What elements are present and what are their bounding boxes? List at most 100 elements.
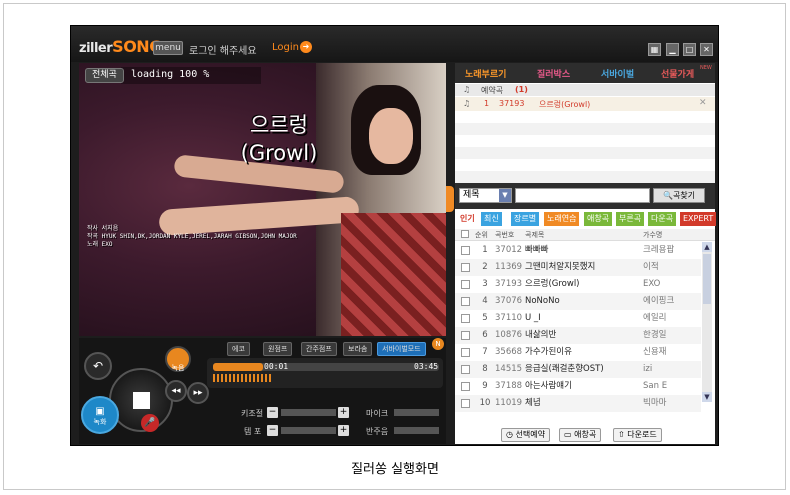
- song-row[interactable]: 4 37076 NoNoNo 에이핑크: [455, 293, 701, 310]
- song-checkbox[interactable]: [461, 399, 470, 408]
- status-badge: 전체곡: [85, 68, 124, 83]
- song-checkbox[interactable]: [461, 263, 470, 272]
- minimize-icon[interactable]: ▁: [666, 43, 679, 56]
- rewind-icon[interactable]: ◂◂: [165, 380, 187, 402]
- mode-echo-button[interactable]: 에코: [227, 342, 250, 356]
- song-checkbox[interactable]: [461, 314, 470, 323]
- scroll-thumb[interactable]: [703, 254, 711, 304]
- search-input[interactable]: [515, 188, 650, 203]
- song-row[interactable]: 6 10876 내삶의반 한경일: [455, 327, 701, 344]
- record-button[interactable]: 녹음: [165, 346, 191, 372]
- accompaniment-label: 반주음: [366, 427, 389, 436]
- song-code: 14515: [495, 364, 523, 374]
- mode-one-jump-button[interactable]: 원점프: [263, 342, 293, 356]
- song-checkbox[interactable]: [461, 382, 470, 391]
- category-downloaded[interactable]: 다운곡: [648, 212, 677, 226]
- mode-interlude-jump-button[interactable]: 간주점프: [301, 342, 337, 356]
- song-artist: 한경일: [643, 330, 667, 340]
- favorites-button[interactable]: ▭ 애창곡: [559, 428, 602, 442]
- song-list: 1 37012 빠빠빠 크레용팝 2 11369 그땐미처알지못했지 이적 3 …: [455, 242, 701, 422]
- lyric-line-1: 으르렁: [250, 113, 308, 137]
- replay-icon[interactable]: ↶: [84, 352, 112, 380]
- download-icon: ⇧: [618, 430, 625, 439]
- download-button[interactable]: ⇧ 다운로드: [613, 428, 662, 442]
- key-plus-button[interactable]: +: [338, 407, 349, 418]
- song-row[interactable]: 1 37012 빠빠빠 크레용팝: [455, 242, 701, 259]
- maximize-icon[interactable]: □: [683, 43, 696, 56]
- song-row[interactable]: 10 11019 체념 빅마마: [455, 395, 701, 412]
- select-all-checkbox[interactable]: [461, 230, 469, 238]
- song-artist: 빅마마: [643, 398, 667, 408]
- song-code: 37012: [495, 245, 523, 255]
- song-checkbox[interactable]: [461, 331, 470, 340]
- song-row[interactable]: 2 11369 그땐미처알지못했지 이적: [455, 259, 701, 276]
- reserve-header: ♫ 예약곡 (1): [455, 84, 715, 96]
- song-credits: 작사 서지음 작곡 HYUK SHIN,DK,JORDAN KYLE,JEREL…: [87, 225, 297, 249]
- tab-gift-shop[interactable]: 선물가게: [661, 67, 694, 80]
- tab-survival[interactable]: 서바이벌: [601, 67, 634, 80]
- reserve-item-code: 37193: [499, 99, 525, 108]
- tempo-slider[interactable]: [281, 427, 336, 434]
- progress-bar[interactable]: [213, 363, 439, 371]
- grid-icon[interactable]: ▦: [648, 43, 661, 56]
- reserve-selected-button[interactable]: ◷ 선택예약: [501, 428, 550, 442]
- category-favorites[interactable]: 애창곡: [584, 212, 613, 226]
- video-record-button[interactable]: ▣ 녹화: [81, 396, 119, 434]
- tempo-plus-button[interactable]: +: [338, 425, 349, 436]
- panel-toggle-handle[interactable]: [446, 186, 454, 212]
- song-title: 내삶의반: [525, 330, 557, 340]
- key-minus-button[interactable]: −: [267, 407, 278, 418]
- search-field-select[interactable]: 제목 ▼: [459, 188, 512, 203]
- song-row[interactable]: 8 14515 응급실(쾌걸춘향OST) izi: [455, 361, 701, 378]
- song-artist: izi: [643, 364, 653, 374]
- category-latest[interactable]: 최신: [481, 212, 502, 226]
- category-expert[interactable]: EXPERT: [680, 212, 717, 226]
- mic-volume-slider[interactable]: [394, 409, 439, 416]
- reserve-list-empty: [455, 111, 715, 183]
- category-popular[interactable]: 인기: [457, 212, 478, 226]
- login-link[interactable]: Login: [272, 42, 299, 53]
- song-row[interactable]: 7 35668 가수가된이유 신용재: [455, 344, 701, 361]
- song-checkbox[interactable]: [461, 365, 470, 374]
- song-checkbox[interactable]: [461, 348, 470, 357]
- song-rank: 8: [482, 364, 488, 374]
- survival-mode-button[interactable]: 서바이벌모드: [377, 342, 426, 356]
- category-sung[interactable]: 부른곡: [616, 212, 645, 226]
- forward-icon[interactable]: ▸▸: [187, 382, 209, 404]
- song-checkbox[interactable]: [461, 297, 470, 306]
- tempo-minus-button[interactable]: −: [267, 425, 278, 436]
- song-list-scrollbar[interactable]: ▲ ▼: [702, 242, 712, 402]
- song-rank: 2: [482, 262, 488, 272]
- key-label: 키조절: [241, 409, 264, 418]
- level-meter: [213, 374, 273, 382]
- download-label: 다운로드: [627, 430, 657, 439]
- song-row[interactable]: 9 37188 아는사람얘기 San E: [455, 378, 701, 395]
- menu-button[interactable]: menu: [153, 41, 183, 55]
- player-controls: ↶ 녹음 ◂◂ ▸▸ ▣ 녹화 🎤 에코 원점프 간주점프 보라솜 서바이벌모드…: [79, 338, 446, 444]
- arrow-right-circle-icon[interactable]: ➜: [300, 41, 312, 53]
- video-area: 전체곡 loading 100 % 으르렁 (Growl) 작사 서지음 작곡 …: [79, 63, 446, 336]
- remove-icon[interactable]: ✕: [699, 98, 707, 108]
- song-row[interactable]: 5 37110 U _I 에일리: [455, 310, 701, 327]
- credit-singer: 노래 EXO: [87, 241, 113, 248]
- tab-zillerbox[interactable]: 질러박스: [537, 67, 570, 80]
- key-slider[interactable]: [281, 409, 336, 416]
- song-title: NoNoNo: [525, 296, 560, 306]
- reserve-item[interactable]: ♫ 1 37193 으르렁(Growl) ✕: [455, 97, 715, 111]
- song-checkbox[interactable]: [461, 246, 470, 255]
- tab-sing[interactable]: 노래부르기: [465, 67, 506, 80]
- reserve-icon: ♫: [463, 85, 471, 94]
- mode-purple-button[interactable]: 보라솜: [343, 342, 373, 356]
- search-icon: 🔍: [662, 191, 673, 200]
- search-button[interactable]: 🔍곡찾기: [653, 188, 705, 203]
- category-practice[interactable]: 노래연습: [544, 212, 580, 226]
- song-checkbox[interactable]: [461, 280, 470, 289]
- scroll-up-icon[interactable]: ▲: [702, 242, 712, 252]
- scroll-down-icon[interactable]: ▼: [702, 392, 712, 402]
- accompaniment-volume-slider[interactable]: [394, 427, 439, 434]
- close-icon[interactable]: ✕: [700, 43, 713, 56]
- category-genre[interactable]: 장르별: [511, 212, 540, 226]
- song-row[interactable]: 3 37193 으르렁(Growl) EXO: [455, 276, 701, 293]
- header-artist: 가수명: [643, 231, 663, 239]
- microphone-icon[interactable]: 🎤: [141, 414, 159, 432]
